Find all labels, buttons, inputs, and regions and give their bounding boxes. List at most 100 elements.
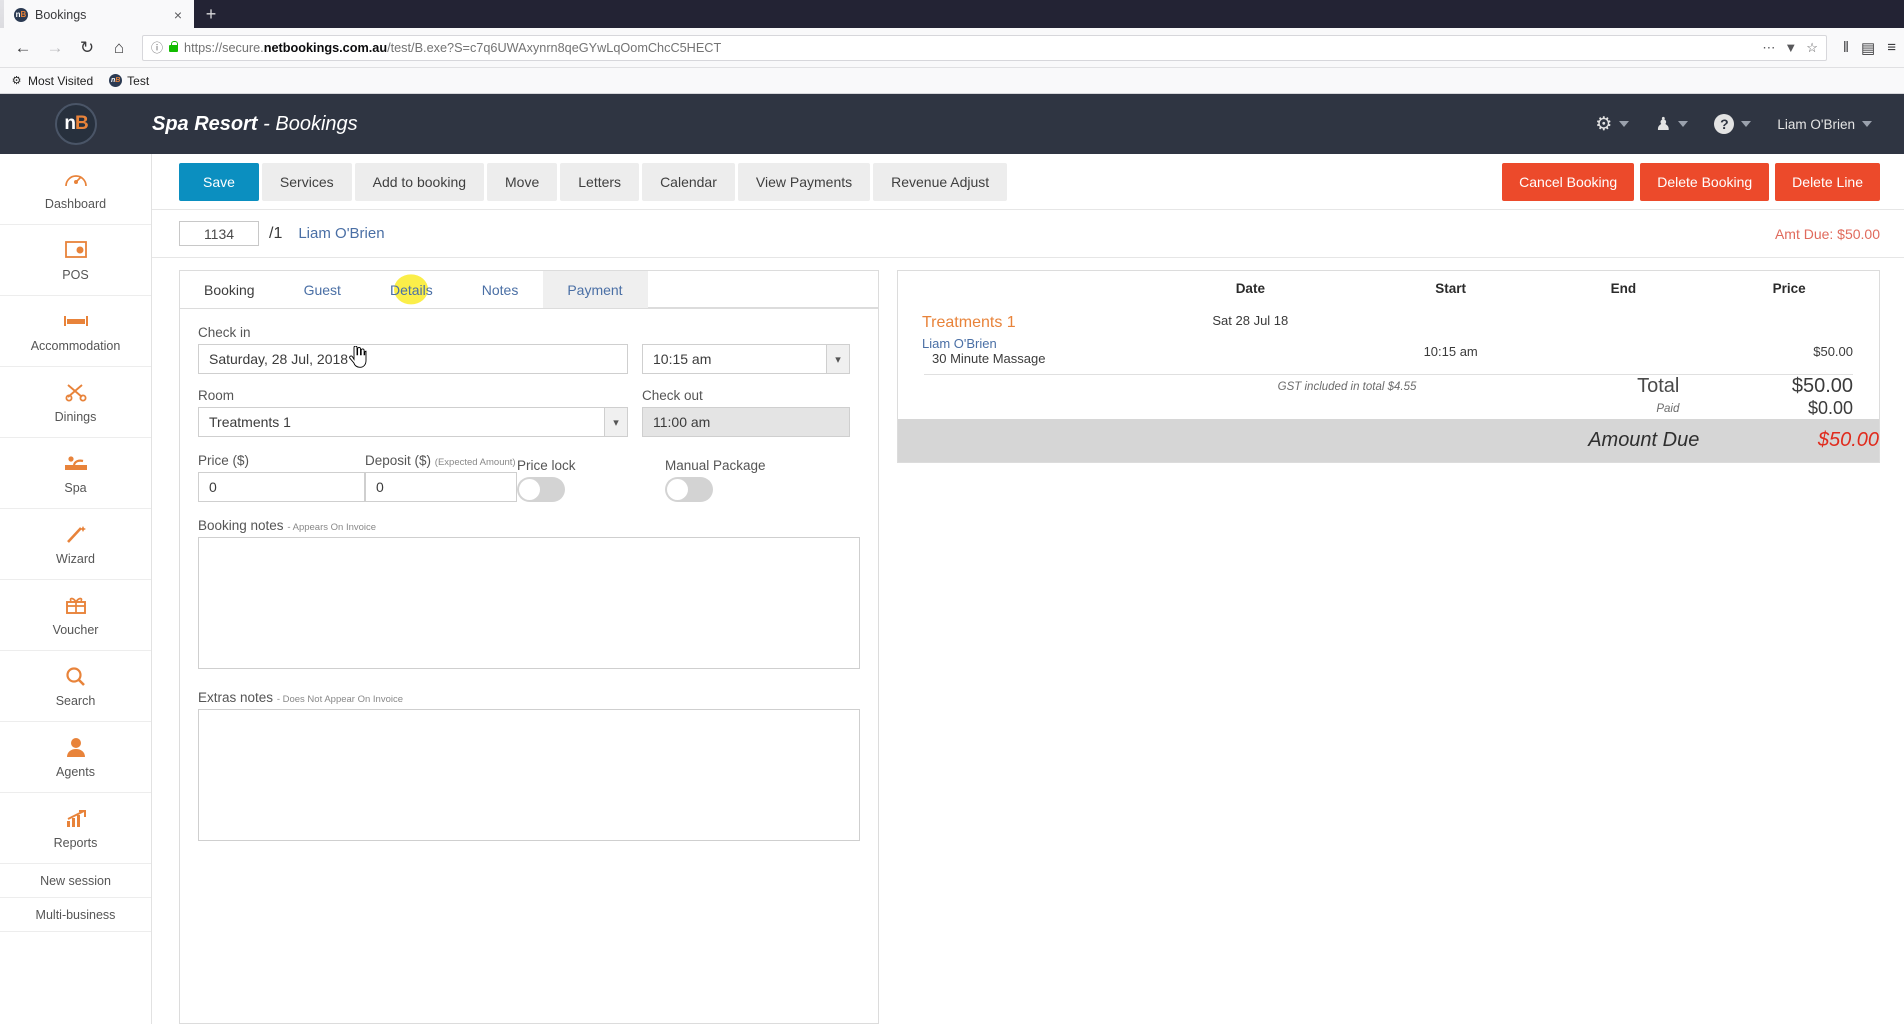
delete-line-button[interactable]: Delete Line xyxy=(1775,162,1880,201)
services-button[interactable]: Services xyxy=(261,162,352,201)
sidebar-item-label: Wizard xyxy=(56,551,95,566)
sidebar-item-spa[interactable]: Spa xyxy=(0,438,151,509)
page-actions-icon[interactable]: ⋯ xyxy=(1762,40,1775,56)
netbookings-favicon: nB xyxy=(14,8,28,22)
cancel-booking-button[interactable]: Cancel Booking xyxy=(1502,162,1635,201)
revenue-adjust-button[interactable]: Revenue Adjust xyxy=(873,162,1008,201)
sidebar: Dashboard POS Accommodation Dinings Spa … xyxy=(0,154,152,1024)
tab-label: Details xyxy=(389,281,433,298)
sidebar-item-voucher[interactable]: Voucher xyxy=(0,580,151,651)
tab-details[interactable]: Details xyxy=(366,271,458,308)
netbookings-favicon: nB xyxy=(109,74,123,87)
group-date: Sat 28 Jul 18 xyxy=(1212,312,1289,328)
user-menu[interactable]: Liam O'Brien xyxy=(1767,117,1882,132)
group-price-blank xyxy=(1699,304,1879,336)
sidebar-item-label: Search xyxy=(55,693,96,708)
destructive-actions: Cancel Booking Delete Booking Delete Lin… xyxy=(1502,162,1880,201)
delete-booking-button[interactable]: Delete Booking xyxy=(1640,162,1770,201)
settings-menu[interactable]: ⚙ xyxy=(1585,115,1639,134)
chevron-down-icon xyxy=(1619,121,1630,127)
tabs-filler xyxy=(647,271,878,308)
sidebar-item-accommodation[interactable]: Accommodation xyxy=(0,296,151,367)
move-button[interactable]: Move xyxy=(487,162,558,201)
extras-notes-textarea[interactable] xyxy=(198,709,860,841)
home-icon[interactable]: ⌂ xyxy=(104,33,134,63)
bookmark-most-visited[interactable]: ⚙ Most Visited xyxy=(10,74,94,88)
help-menu[interactable]: ? xyxy=(1704,114,1761,134)
price-input[interactable] xyxy=(198,472,365,502)
dashboard-icon xyxy=(64,168,87,191)
checkout-time-input xyxy=(642,407,850,437)
booking-form: Check in Saturday, 28 Jul, 2018 10:15 am… xyxy=(180,309,878,1023)
pocket-icon[interactable]: ▼ xyxy=(1784,40,1797,55)
sidebar-item-dashboard[interactable]: Dashboard xyxy=(0,154,151,225)
summary-table-head: Date Start End Price xyxy=(898,271,1879,304)
tab-booking[interactable]: Booking xyxy=(180,271,280,308)
tab-notes[interactable]: Notes xyxy=(458,271,544,308)
booking-guest-link[interactable]: Liam O'Brien xyxy=(298,225,384,242)
agent-menu[interactable]: ♟ xyxy=(1645,115,1698,133)
browser-menu-icon[interactable]: ≡ xyxy=(1887,39,1896,56)
library-icon[interactable]: ‖ xyxy=(1843,39,1849,56)
tab-label: Guest xyxy=(303,281,341,298)
browser-tab[interactable]: nB Bookings × xyxy=(4,0,194,28)
add-to-booking-button[interactable]: Add to booking xyxy=(354,162,485,201)
back-icon[interactable]: ← xyxy=(8,33,38,63)
line-service-name: 30 Minute Massage xyxy=(932,351,1046,366)
sidebar-item-pos[interactable]: POS xyxy=(0,225,151,296)
forward-icon[interactable]: → xyxy=(40,33,70,63)
url-text: https://secure.netbookings.com.au/test/B… xyxy=(184,40,722,55)
table-row[interactable]: Liam O'Brien 30 Minute Massage 10:15 am … xyxy=(898,336,1879,366)
tab-payment[interactable]: Payment xyxy=(543,271,648,308)
paid-value: $0.00 xyxy=(1807,398,1853,418)
page-title: Spa Resort - Bookings xyxy=(152,112,358,135)
summary-paid-row: Paid $0.00 xyxy=(898,398,1879,419)
sidebar-icon[interactable]: ▤ xyxy=(1861,39,1875,57)
app-logo-wrap[interactable]: nB xyxy=(0,103,152,145)
room-select[interactable] xyxy=(198,407,628,437)
page-info-icon[interactable]: ⓘ xyxy=(151,39,163,56)
new-tab-button[interactable]: + xyxy=(194,0,228,28)
col-header-price: Price xyxy=(1772,281,1806,296)
sidebar-item-label: New session xyxy=(40,873,111,888)
url-bar[interactable]: ⓘ https://secure.netbookings.com.au/test… xyxy=(142,34,1827,61)
checkin-time-select[interactable] xyxy=(642,344,850,374)
booking-number-input[interactable] xyxy=(179,221,259,246)
manual-package-toggle[interactable] xyxy=(665,477,713,502)
sidebar-item-dinings[interactable]: Dinings xyxy=(0,367,151,438)
amount-due-badge: Amt Due: $50.00 xyxy=(1774,225,1880,242)
sidebar-item-wizard[interactable]: Wizard xyxy=(0,509,151,580)
summary-table-body: Treatments 1 Sat 28 Jul 18 Liam O'Brien xyxy=(898,304,1879,462)
close-icon[interactable]: × xyxy=(170,7,186,23)
summary-header-row: Date Start End Price xyxy=(898,271,1879,304)
gift-icon xyxy=(65,594,87,617)
due-spacer-2 xyxy=(1146,419,1548,462)
calendar-button[interactable]: Calendar xyxy=(642,162,735,201)
bookmark-test[interactable]: nB Test xyxy=(109,74,149,88)
deposit-input[interactable] xyxy=(365,472,517,502)
agent-icon: ♟ xyxy=(1655,114,1672,134)
sidebar-item-new-session[interactable]: New session xyxy=(0,864,151,898)
reload-icon[interactable]: ↻ xyxy=(72,33,102,63)
tab-guest[interactable]: Guest xyxy=(280,271,366,308)
letters-button[interactable]: Letters xyxy=(560,162,640,201)
sidebar-item-search[interactable]: Search xyxy=(0,651,151,722)
booking-line-separator: /1 xyxy=(269,224,283,242)
save-button[interactable]: Save xyxy=(179,162,259,201)
sidebar-item-reports[interactable]: Reports xyxy=(0,793,151,864)
gear-icon: ⚙ xyxy=(11,75,22,87)
bookmark-star-icon[interactable]: ☆ xyxy=(1806,40,1818,56)
search-icon xyxy=(65,665,86,688)
view-payments-button[interactable]: View Payments xyxy=(737,162,871,201)
booking-notes-textarea[interactable] xyxy=(198,537,860,669)
price-lock-toggle[interactable] xyxy=(517,477,565,502)
table-row-group: Treatments 1 Sat 28 Jul 18 xyxy=(898,304,1879,336)
sidebar-item-multi-business[interactable]: Multi-business xyxy=(0,898,151,932)
due-spacer xyxy=(898,419,1147,462)
sidebar-item-label: POS xyxy=(62,267,89,282)
price-lock-label: Price lock xyxy=(517,458,576,473)
checkin-date-input[interactable] xyxy=(198,344,628,374)
app-header: nB Spa Resort - Bookings ⚙ ♟ ? Liam O'Br… xyxy=(0,94,1904,154)
sidebar-item-agents[interactable]: Agents xyxy=(0,722,151,793)
deposit-field-group: Deposit ($) (Expected Amount) xyxy=(365,453,517,502)
